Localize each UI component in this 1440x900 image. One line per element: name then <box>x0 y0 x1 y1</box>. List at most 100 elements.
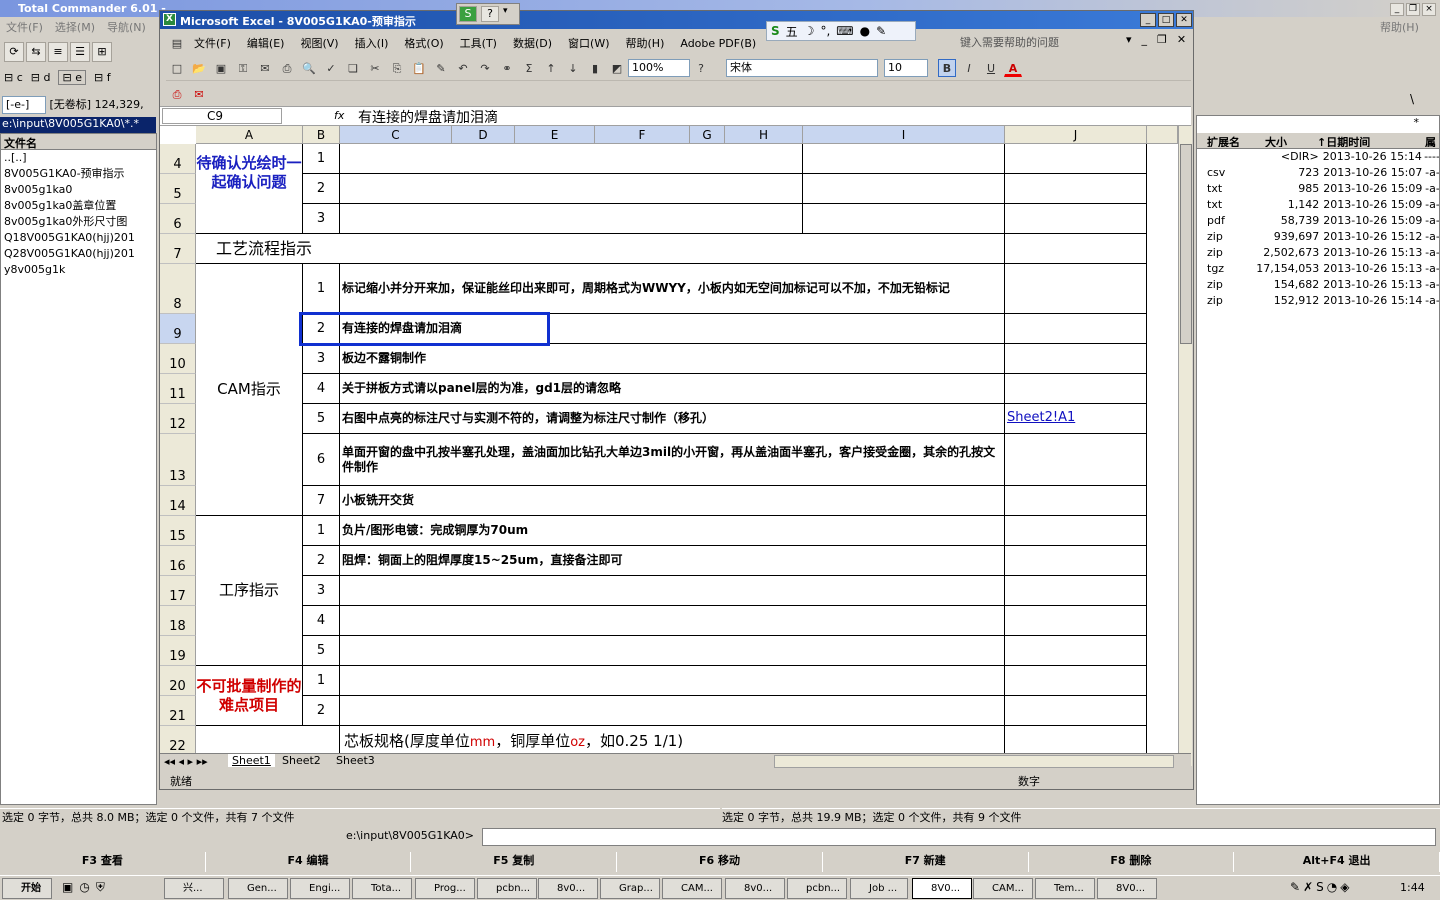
doc-minimize-icon[interactable]: _ <box>1142 33 1148 46</box>
copy-icon[interactable]: ⎘ <box>388 59 406 77</box>
refresh-icon[interactable]: ⟳ <box>4 42 24 62</box>
zoom-combo[interactable]: 100% <box>628 58 690 77</box>
menu-adobe-pdf[interactable]: Adobe PDF(B) <box>680 37 756 50</box>
menu-window[interactable]: 窗口(W) <box>568 35 609 51</box>
right-file-row[interactable]: csv 723 2013-10-26 15:07 -a- <box>1197 165 1439 181</box>
format-painter-icon[interactable]: ✎ <box>432 59 450 77</box>
column-header-G[interactable]: G <box>690 126 725 144</box>
permission-icon[interactable]: ⚿ <box>234 59 252 77</box>
fkey-button[interactable]: F8 删除 <box>1029 852 1235 872</box>
email-icon[interactable]: ✉ <box>256 59 274 77</box>
taskbar-task[interactable]: Engi... <box>290 878 350 899</box>
right-file-row[interactable]: zip 2,502,673 2013-10-26 15:13 -a- <box>1197 245 1439 261</box>
step-cell-j[interactable] <box>1005 636 1147 666</box>
column-header-F[interactable]: F <box>595 126 690 144</box>
num-cell[interactable]: 3 <box>303 204 340 234</box>
num-cell[interactable]: 1 <box>303 264 340 314</box>
section-step[interactable]: 工序指示 <box>196 516 303 666</box>
row-header-18[interactable]: 18 <box>160 606 196 636</box>
cam-instruction-cell[interactable]: 右图中点亮的标注尺寸与实测不符的，请调整为标注尺寸制作（移孔） <box>340 404 1005 434</box>
pdf-mail-icon[interactable]: ✉ <box>190 85 208 103</box>
menu-help[interactable]: 帮助(H) <box>626 35 665 51</box>
sheet-nav-icon[interactable]: ◂◂ ◂ ▸ ▸▸ <box>164 755 208 768</box>
step-cell-j[interactable] <box>1005 606 1147 636</box>
right-file-row[interactable]: pdf 58,739 2013-10-26 15:09 -a- <box>1197 213 1439 229</box>
cam-instruction-cell[interactable]: 关于拼板方式请以panel层的为准，gd1层的请忽略 <box>340 374 1005 404</box>
step-instruction-cell[interactable]: 阻焊：铜面上的阻焊厚度15~25um，直接备注即可 <box>340 546 1005 576</box>
print-preview-icon[interactable]: 🔍 <box>300 59 318 77</box>
right-file-row[interactable]: txt 985 2013-10-26 15:09 -a- <box>1197 181 1439 197</box>
col-attr[interactable]: 属 <box>1425 134 1436 147</box>
step-cell-j[interactable] <box>1005 576 1147 606</box>
formula-input[interactable]: 有连接的焊盘请加泪滴 <box>358 107 498 127</box>
right-file-row[interactable]: txt 1,142 2013-10-26 15:09 -a- <box>1197 197 1439 213</box>
cam-cell-j[interactable] <box>1005 434 1147 486</box>
tray-x-icon[interactable]: ✗ <box>1303 880 1313 894</box>
drive-combo[interactable]: [-e-] <box>2 96 46 114</box>
row-header-7[interactable]: 7 <box>160 234 196 264</box>
hard-cell[interactable] <box>340 666 1005 696</box>
num-cell[interactable]: 1 <box>303 666 340 696</box>
row-header-17[interactable]: 17 <box>160 576 196 606</box>
desktop-icon[interactable]: ▣ <box>62 880 73 895</box>
drive-d[interactable]: ⊟ d <box>31 71 51 84</box>
drawing-icon[interactable]: ◩ <box>608 59 626 77</box>
shield-icon[interactable]: ⛨ <box>96 880 105 895</box>
tc-command-input[interactable] <box>482 828 1436 846</box>
num-cell[interactable]: 1 <box>303 144 340 174</box>
column-header-B[interactable]: B <box>303 126 340 144</box>
menu-edit[interactable]: 编辑(E) <box>247 35 285 51</box>
tray-net-icon[interactable]: ◈ <box>1340 880 1349 894</box>
doc-close-icon[interactable]: ✕ <box>1177 33 1186 46</box>
taskbar-task[interactable]: Grap... <box>600 878 660 899</box>
row-header-16[interactable]: 16 <box>160 546 196 576</box>
taskbar-task[interactable]: CAM... <box>973 878 1033 899</box>
row-header-20[interactable]: 20 <box>160 666 196 696</box>
tray-pen-icon[interactable]: ✎ <box>1290 880 1300 894</box>
taskbar-task[interactable]: 8V0... <box>912 878 972 899</box>
column-header-D[interactable]: D <box>452 126 515 144</box>
row22-j[interactable] <box>1005 726 1147 756</box>
row-header-9[interactable]: 9 <box>160 314 196 344</box>
cam-instruction-cell[interactable]: 小板铣开交货 <box>340 486 1005 516</box>
confirm-cell[interactable] <box>340 174 803 204</box>
chevron-down-icon[interactable]: ▾ <box>1126 33 1132 46</box>
tc-minimize-button[interactable]: _ <box>1390 3 1404 16</box>
hard-cell-j[interactable] <box>1005 666 1147 696</box>
maximize-button[interactable]: □ <box>1158 13 1174 27</box>
left-column-header[interactable]: 文件名 <box>1 134 156 150</box>
col-date[interactable]: ↑日期时间 <box>1317 134 1425 147</box>
taskbar-task[interactable]: 兴... <box>164 878 224 899</box>
save-icon[interactable]: ▣ <box>212 59 230 77</box>
cam-instruction-cell[interactable]: 标记缩小并分开来加，保证能丝印出来即可，周期格式为WWYY，小板内如无空间加标记… <box>340 264 1005 314</box>
column-header-E[interactable]: E <box>515 126 595 144</box>
row-header-11[interactable]: 11 <box>160 374 196 404</box>
cam-cell-j[interactable] <box>1005 486 1147 516</box>
right-file-row[interactable]: zip 154,682 2013-10-26 15:13 -a- <box>1197 277 1439 293</box>
num-cell[interactable]: 3 <box>303 344 340 374</box>
close-button[interactable]: ✕ <box>1176 13 1192 27</box>
row-header-8[interactable]: 8 <box>160 264 196 314</box>
taskbar-task[interactable]: Prog... <box>415 878 475 899</box>
left-file-item[interactable]: 8v005g1ka0盖章位置 <box>4 198 156 214</box>
row22-a[interactable] <box>196 726 340 756</box>
font-combo[interactable]: 宋体 <box>726 58 878 77</box>
num-cell[interactable]: 2 <box>303 174 340 204</box>
menu-file[interactable]: 文件(F) <box>194 35 231 51</box>
num-cell[interactable]: 4 <box>303 606 340 636</box>
fx-icon[interactable]: fx <box>334 109 344 122</box>
tree-view-icon[interactable]: ⊞ <box>92 42 112 62</box>
taskbar-task[interactable]: 8v0... <box>725 878 785 899</box>
row-header-10[interactable]: 10 <box>160 344 196 374</box>
row-header-14[interactable]: 14 <box>160 486 196 516</box>
tray-s-icon[interactable]: S <box>1316 880 1324 894</box>
cam-cell-j[interactable] <box>1005 374 1147 404</box>
row-header-15[interactable]: 15 <box>160 516 196 546</box>
sheet-tab-2[interactable]: Sheet2 <box>282 754 321 767</box>
font-color-icon[interactable]: A <box>1004 59 1022 77</box>
menu-view[interactable]: 视图(V) <box>300 35 338 51</box>
wps-icon[interactable]: S <box>459 6 477 22</box>
section-process[interactable]: 工艺流程指示 <box>196 234 1005 264</box>
taskbar-task[interactable]: Gen... <box>228 878 288 899</box>
row-header-5[interactable]: 5 <box>160 174 196 204</box>
